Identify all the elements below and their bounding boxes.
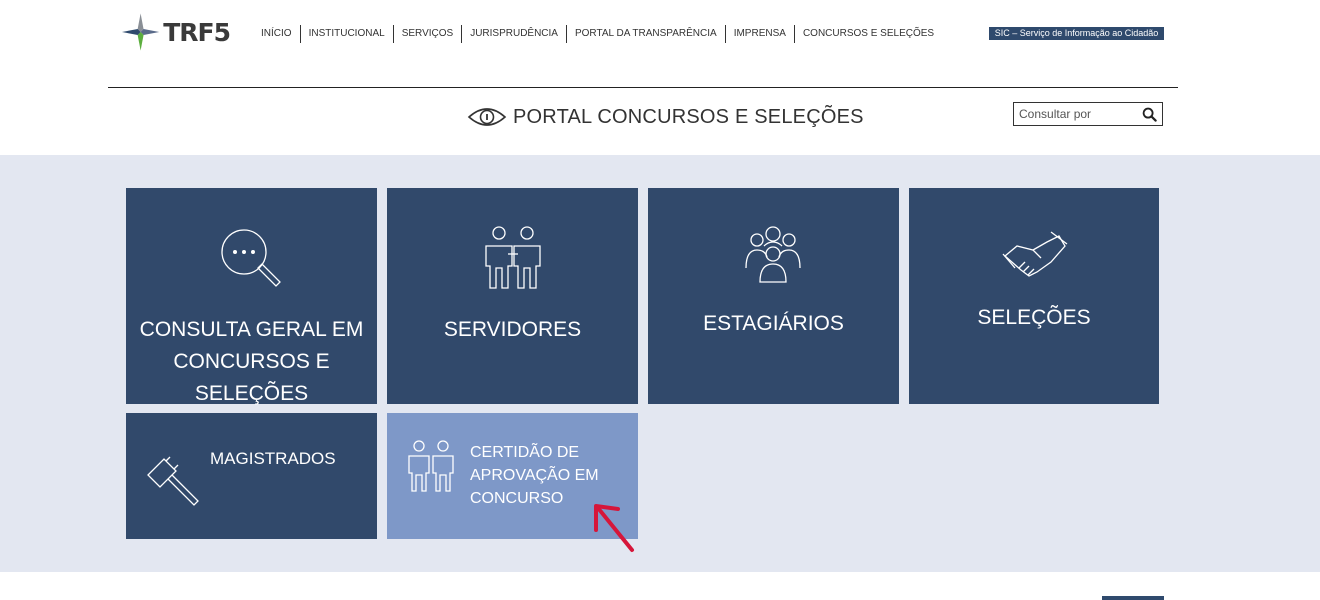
trf5-emblem-icon [121, 13, 160, 51]
sic-button[interactable]: SIC – Serviço de Informação ao Cidadão [989, 27, 1164, 40]
header-divider [108, 87, 1178, 88]
tile-label: CONSULTA GERAL EM CONCURSOS E SELEÇÕES [139, 318, 364, 405]
nav-portal-transparencia[interactable]: PORTAL DA TRANSPARÊNCIA [565, 25, 725, 43]
nav-jurisprudencia[interactable]: JURISPRUDÊNCIA [461, 25, 566, 43]
red-arrow-annotation [594, 504, 634, 552]
workers-icon [485, 226, 541, 289]
top-nav: INÍCIO INSTITUCIONAL SERVIÇOS JURISPRUDÊ… [253, 25, 942, 43]
search-box [1013, 102, 1163, 126]
tile-label: MAGISTRADOS [210, 449, 336, 468]
eye-icon [467, 108, 507, 126]
nav-inicio[interactable]: INÍCIO [253, 25, 300, 43]
tile-selecoes[interactable]: SELEÇÕES [909, 188, 1159, 404]
portal-title-text: PORTAL CONCURSOS E SELEÇÕES [513, 105, 864, 128]
tile-servidores[interactable]: SERVIDORES [387, 188, 638, 404]
nav-imprensa[interactable]: IMPRENSA [724, 25, 794, 43]
search-icon[interactable] [1142, 107, 1157, 122]
bottom-tab[interactable] [1102, 596, 1164, 600]
gavel-icon [147, 456, 199, 506]
tile-consulta-geral[interactable]: CONSULTA GERAL EM CONCURSOS E SELEÇÕES [126, 188, 377, 405]
tile-magistrados[interactable]: MAGISTRADOS [126, 413, 377, 539]
tile-label: ESTAGIÁRIOS [703, 312, 844, 335]
workers-icon [408, 440, 454, 492]
tile-estagiarios[interactable]: ESTAGIÁRIOS [648, 188, 899, 404]
nav-concursos-selecoes[interactable]: CONCURSOS E SELEÇÕES [793, 25, 942, 43]
group-icon [745, 226, 801, 283]
tile-label: SELEÇÕES [977, 306, 1091, 329]
portal-title: PORTAL CONCURSOS E SELEÇÕES [467, 103, 864, 131]
magnifier-icon [221, 229, 281, 287]
search-input[interactable] [1014, 103, 1137, 125]
logo-text: TRF5 [163, 17, 231, 47]
nav-institucional[interactable]: INSTITUCIONAL [299, 25, 393, 43]
nav-servicos[interactable]: SERVIÇOS [392, 25, 462, 43]
handshake-icon [1002, 231, 1068, 277]
tile-label: SERVIDORES [443, 318, 582, 341]
trf5-logo[interactable]: TRF5 [120, 10, 231, 54]
